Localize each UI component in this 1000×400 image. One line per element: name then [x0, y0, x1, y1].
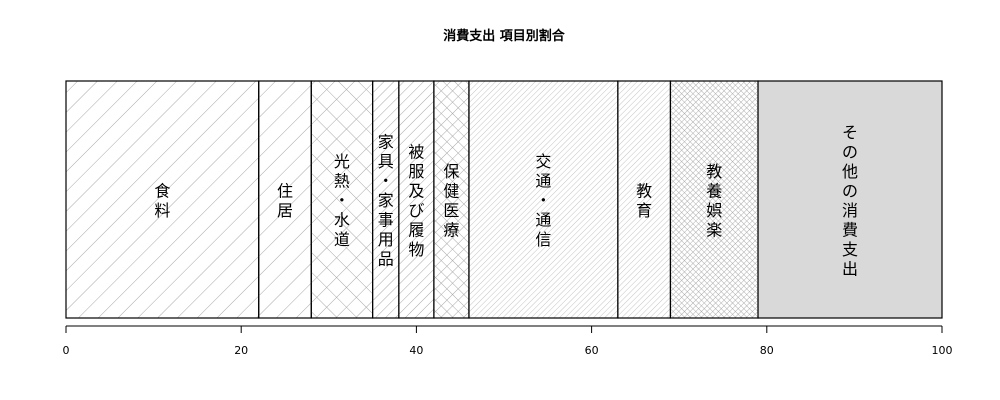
x-tick-label-3: 40: [409, 344, 423, 357]
segment-label-5: 被服及び履物: [408, 142, 424, 259]
segment-label-1: 食料: [154, 181, 170, 220]
segment-label-10: その他の消費支出: [842, 123, 858, 279]
segment-label-2: 住居: [277, 181, 293, 220]
stacked-bar: 食料 住居 光熱・水道 家具・家事用品被服及び履物 保健医療 交通・通信 教育 教養娯楽 その他…: [65, 80, 943, 319]
chart: 消費支出 項目別割合 食料 住居 光熱・水道 家具・家事用品被服及び履物 保健医療 交通・…: [63, 28, 953, 357]
segment-label-6: 保健医療: [443, 162, 459, 240]
x-tick-label-4: 60: [585, 344, 599, 357]
segment-label-7: 交通・通信: [535, 152, 551, 249]
x-tick-label-1: 0: [63, 344, 70, 357]
x-tick-label-2: 20: [234, 344, 248, 357]
x-tick-label-6: 100: [932, 344, 953, 357]
segment-label-3: 光熱・水道: [334, 152, 350, 249]
segment-label-8: 教育: [636, 181, 652, 220]
x-tick-label-5: 80: [760, 344, 774, 357]
chart-title: 消費支出 項目別割合: [443, 28, 566, 44]
x-axis: 0 20 40 60 80 100: [63, 325, 953, 357]
segment-label-4: 家具・家事用品: [378, 133, 394, 269]
segment-label-9: 教養娯楽: [706, 162, 722, 240]
